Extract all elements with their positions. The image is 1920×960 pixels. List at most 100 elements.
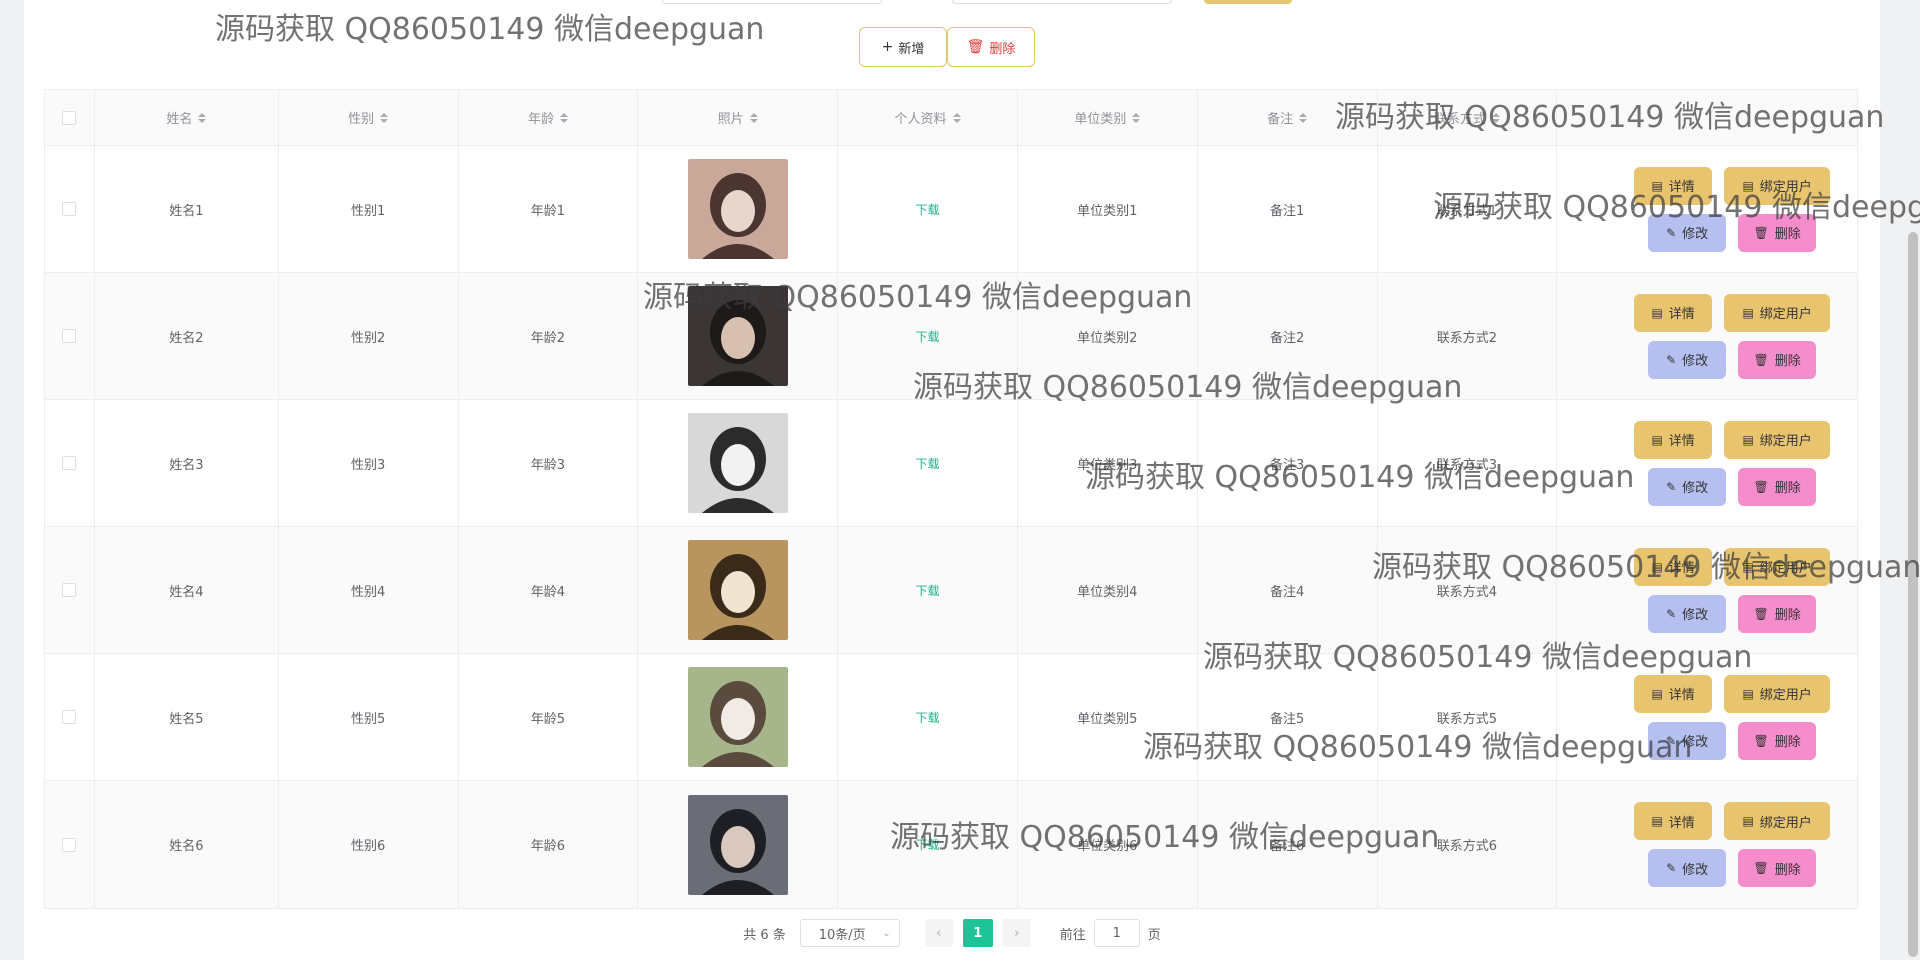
detail-button[interactable]: ▤ 详情 — [1634, 166, 1713, 205]
row-select-cell[interactable] — [45, 146, 95, 272]
edit-button[interactable]: ✎ 修改 — [1648, 594, 1727, 633]
avatar-photo[interactable] — [687, 286, 788, 386]
detail-label: 详情 — [1668, 815, 1695, 831]
download-link[interactable]: 下载 — [916, 709, 940, 726]
trash-icon: 🗑 — [1753, 861, 1769, 875]
vertical-scrollbar[interactable] — [1904, 0, 1920, 960]
avatar-photo[interactable] — [687, 413, 788, 513]
detail-button[interactable]: ▤ 详情 — [1634, 420, 1713, 459]
header-select-all[interactable] — [45, 90, 95, 145]
delete-button[interactable]: 🗑 删除 — [1738, 721, 1817, 760]
select-all-checkbox[interactable] — [62, 110, 77, 125]
sort-caret-icon[interactable] — [749, 112, 758, 123]
document-icon: ▤ — [1742, 559, 1754, 574]
row-select-cell[interactable] — [45, 527, 95, 653]
cell-gender: 性别6 — [279, 781, 459, 908]
avatar-photo[interactable] — [687, 667, 788, 767]
bind-user-button[interactable]: ▤ 绑定用户 — [1724, 166, 1831, 205]
search-input-1[interactable] — [662, 0, 882, 4]
download-link[interactable]: 下载 — [916, 201, 940, 218]
actions-line-1: ▤ 详情 ▤ 绑定用户 — [1634, 166, 1831, 205]
edit-button[interactable]: ✎ 修改 — [1648, 340, 1727, 379]
row-select-cell[interactable] — [45, 273, 95, 399]
row-select-cell[interactable] — [45, 781, 95, 908]
bind-user-button[interactable]: ▤ 绑定用户 — [1724, 293, 1831, 332]
cell-name: 姓名4 — [95, 527, 279, 653]
sort-caret-icon[interactable] — [1299, 112, 1308, 123]
cell-unit: 单位类别4 — [1018, 527, 1198, 653]
bind-user-button[interactable]: ▤ 绑定用户 — [1724, 802, 1831, 840]
delete-button[interactable]: 🗑 删除 — [1738, 213, 1817, 252]
next-page-button[interactable]: › — [1002, 919, 1031, 947]
sort-caret-icon[interactable] — [559, 112, 568, 123]
delete-button[interactable]: 🗑 删除 — [1738, 594, 1817, 633]
cell-unit: 单位类别3 — [1018, 400, 1198, 526]
sort-caret-icon[interactable] — [1132, 112, 1141, 123]
header-label: 姓名 — [166, 112, 193, 127]
row-checkbox[interactable] — [62, 837, 77, 852]
row-select-cell[interactable] — [45, 654, 95, 780]
header-gender[interactable]: 性别 — [279, 90, 459, 145]
sort-caret-icon[interactable] — [198, 112, 207, 123]
delete-button[interactable]: 🗑 删除 — [1738, 849, 1817, 887]
edit-button[interactable]: ✎ 修改 — [1648, 849, 1727, 887]
header-unit[interactable]: 单位类别 — [1018, 90, 1198, 145]
batch-delete-button[interactable]: 🗑 删除 — [947, 27, 1035, 67]
page-size-select[interactable]: 10条/页 ⌄ — [799, 919, 900, 947]
edit-button[interactable]: ✎ 修改 — [1648, 467, 1727, 506]
detail-button[interactable]: ▤ 详情 — [1634, 674, 1713, 713]
delete-button[interactable]: 🗑 删除 — [1738, 340, 1817, 379]
cell-actions: ▤ 详情 ▤ 绑定用户 ✎ 修改 🗑 删除 — [1557, 273, 1857, 399]
header-age[interactable]: 年龄 — [459, 90, 639, 145]
sort-caret-icon[interactable] — [1491, 112, 1500, 123]
download-link[interactable]: 下载 — [916, 455, 940, 472]
search-input-2[interactable] — [952, 0, 1172, 4]
bind-user-label: 绑定用户 — [1759, 180, 1812, 195]
add-button[interactable]: + 新增 — [859, 27, 947, 67]
bind-user-button[interactable]: ▤ 绑定用户 — [1724, 674, 1831, 713]
row-checkbox[interactable] — [62, 710, 77, 724]
row-checkbox[interactable] — [62, 202, 77, 216]
goto-page-input[interactable]: 1 — [1093, 919, 1140, 947]
detail-button[interactable]: ▤ 详情 — [1634, 547, 1713, 586]
header-profile[interactable]: 个人资料 — [838, 90, 1018, 145]
header-remark[interactable]: 备注 — [1198, 90, 1378, 145]
avatar-photo[interactable] — [687, 794, 788, 895]
cell-unit: 单位类别2 — [1018, 273, 1198, 399]
detail-label: 详情 — [1668, 307, 1695, 322]
header-label: 年龄 — [527, 112, 554, 127]
prev-page-button[interactable]: ‹ — [924, 919, 953, 947]
row-select-cell[interactable] — [45, 400, 95, 526]
download-link[interactable]: 下载 — [916, 836, 940, 853]
bind-user-label: 绑定用户 — [1759, 815, 1812, 831]
search-button[interactable] — [1204, 0, 1292, 4]
detail-button[interactable]: ▤ 详情 — [1634, 293, 1713, 332]
header-photo[interactable]: 照片 — [638, 90, 839, 145]
actions-line-2: ✎ 修改 🗑 删除 — [1648, 849, 1817, 887]
table-row: 姓名3 性别3 年龄3 下载 单位类别3 备注3 联系方式3 ▤ 详情 ▤ 绑定用户 — [45, 400, 1857, 527]
row-checkbox[interactable] — [62, 456, 77, 470]
scrollbar-thumb[interactable] — [1908, 232, 1918, 957]
download-link[interactable]: 下载 — [916, 328, 940, 345]
cell-remark: 备注4 — [1198, 527, 1378, 653]
avatar-photo[interactable] — [687, 540, 788, 640]
bind-user-button[interactable]: ▤ 绑定用户 — [1724, 547, 1831, 586]
header-contact[interactable]: 联系方式 — [1378, 90, 1558, 145]
row-checkbox[interactable] — [62, 583, 77, 597]
edit-button[interactable]: ✎ 修改 — [1648, 213, 1727, 252]
avatar-photo[interactable] — [687, 159, 788, 259]
header-name[interactable]: 姓名 — [95, 90, 279, 145]
cell-gender: 性别3 — [279, 400, 459, 526]
delete-button[interactable]: 🗑 删除 — [1738, 467, 1817, 506]
document-icon: ▤ — [1651, 305, 1663, 320]
sort-caret-icon[interactable] — [952, 112, 961, 123]
detail-button[interactable]: ▤ 详情 — [1634, 802, 1713, 840]
sort-caret-icon[interactable] — [380, 112, 389, 123]
edit-button[interactable]: ✎ 修改 — [1648, 721, 1727, 760]
download-link[interactable]: 下载 — [916, 582, 940, 599]
chevron-left-icon: ‹ — [936, 925, 942, 941]
row-checkbox[interactable] — [62, 329, 77, 343]
bind-user-button[interactable]: ▤ 绑定用户 — [1724, 420, 1831, 459]
page-number-button[interactable]: 1 — [962, 919, 993, 947]
table-row: 姓名2 性别2 年龄2 下载 单位类别2 备注2 联系方式2 ▤ 详情 ▤ 绑定用户 — [45, 273, 1857, 400]
